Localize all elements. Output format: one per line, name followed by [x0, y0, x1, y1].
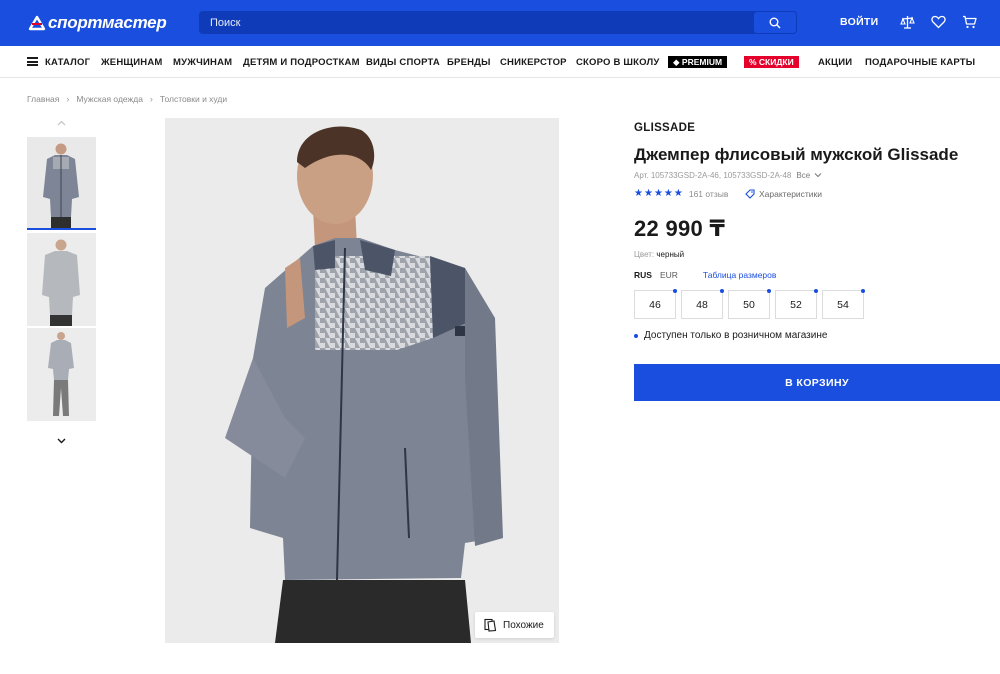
- availability-text: Доступен только в розничном магазине: [644, 330, 828, 341]
- jacket-thumbnail-image: [27, 137, 96, 228]
- search-button[interactable]: [754, 12, 796, 33]
- size-system-tabs: RUS EUR Таблица размеров: [634, 270, 776, 280]
- logo-icon: [28, 15, 46, 31]
- nav-item-gift-cards[interactable]: ПОДАРОЧНЫЕ КАРТЫ: [865, 57, 975, 68]
- top-header: спортмастер ВОЙТИ: [0, 0, 1000, 46]
- nav-item-brands[interactable]: БРЕНДЫ: [447, 57, 491, 68]
- article-all-link[interactable]: Все: [796, 171, 822, 180]
- tag-icon: [745, 189, 755, 199]
- size-option-52[interactable]: 52: [775, 289, 818, 319]
- nav-item-premium[interactable]: ◆ PREMIUM: [668, 56, 728, 68]
- main-nav: КАТАЛОГ ЖЕНЩИНАМ МУЖЧИНАМ ДЕТЯМ И ПОДРОС…: [0, 46, 1000, 78]
- star-icon: ★: [653, 188, 663, 199]
- breadcrumb-home[interactable]: Главная: [27, 94, 59, 104]
- product-color: Цвет: черный: [634, 250, 684, 259]
- nav-item-sports[interactable]: ВИДЫ СПОРТА: [366, 57, 440, 68]
- thumbnail-2[interactable]: [27, 233, 96, 326]
- diamond-icon: ◆: [673, 57, 682, 67]
- size-option-54[interactable]: 54: [822, 289, 865, 319]
- similar-button[interactable]: Похожие: [475, 612, 554, 638]
- size-label: 48: [696, 298, 708, 311]
- product-title: Джемпер флисовый мужской Glissade: [634, 145, 959, 164]
- cart-icon[interactable]: [960, 13, 978, 31]
- size-label: 54: [837, 298, 849, 311]
- product-main-image[interactable]: [165, 118, 559, 643]
- availability-dot: [814, 289, 818, 293]
- add-to-cart-button[interactable]: В КОРЗИНУ: [634, 364, 1000, 401]
- chevron-right-icon: ›: [149, 94, 153, 104]
- color-label: Цвет:: [634, 250, 655, 259]
- article-number: Арт. 105733GSD-2A-46, 105733GSD-2A-48: [634, 171, 792, 180]
- chevron-right-icon: ›: [66, 94, 70, 104]
- search-icon: [769, 17, 781, 28]
- nav-item-promos[interactable]: АКЦИИ: [818, 57, 852, 68]
- thumbnail-1[interactable]: [27, 137, 96, 230]
- size-label: 50: [743, 298, 755, 311]
- nav-item-sale[interactable]: % СКИДКИ: [744, 56, 799, 68]
- size-table-link[interactable]: Таблица размеров: [703, 270, 777, 280]
- size-system-rus[interactable]: RUS: [634, 270, 652, 280]
- size-system-eur[interactable]: EUR: [660, 270, 678, 280]
- availability-dot: [634, 333, 638, 338]
- color-value: черный: [656, 250, 685, 259]
- premium-label: PREMIUM: [681, 57, 723, 67]
- full-outfit-thumbnail-image: [27, 328, 96, 421]
- star-icon: ★: [663, 188, 673, 199]
- product-price: 22 990 ₸: [634, 216, 726, 241]
- nav-item-men[interactable]: МУЖЧИНАМ: [173, 57, 232, 68]
- size-label: 52: [790, 298, 802, 311]
- star-icon: ★: [643, 188, 653, 199]
- compare-icon[interactable]: [898, 13, 916, 31]
- characteristics-label: Характеристики: [759, 189, 823, 199]
- nav-item-sneakerstore[interactable]: СНИКЕРСТОР: [500, 57, 567, 68]
- menu-icon[interactable]: [27, 57, 38, 66]
- availability-dot: [673, 289, 677, 293]
- article-all-label: Все: [796, 171, 811, 180]
- thumbnail-3[interactable]: [27, 328, 96, 421]
- similar-icon: [484, 618, 497, 632]
- login-link[interactable]: ВОЙТИ: [840, 16, 879, 28]
- availability-dot: [720, 289, 724, 293]
- characteristics-link[interactable]: Характеристики: [745, 189, 822, 199]
- breadcrumb: Главная › Мужская одежда › Толстовки и х…: [27, 94, 227, 104]
- chevron-down-icon[interactable]: [54, 436, 68, 446]
- breadcrumb-hoodies[interactable]: Толстовки и худи: [160, 94, 227, 104]
- heart-icon[interactable]: [929, 13, 947, 31]
- product-article: Арт. 105733GSD-2A-46, 105733GSD-2A-48 Вс…: [634, 171, 822, 180]
- star-icon: ★: [634, 188, 643, 199]
- star-icon: ★: [673, 188, 683, 199]
- availability-note: Доступен только в розничном магазине: [634, 330, 827, 341]
- nav-item-women[interactable]: ЖЕНЩИНАМ: [101, 57, 163, 68]
- nav-item-school[interactable]: СКОРО В ШКОЛУ: [576, 57, 659, 68]
- search-input[interactable]: [199, 11, 754, 34]
- chevron-down-icon: [815, 173, 822, 178]
- search-bar: [199, 11, 797, 34]
- chevron-up-icon[interactable]: [54, 118, 68, 128]
- size-option-50[interactable]: 50: [728, 289, 771, 319]
- logo-text: спортмастер: [48, 13, 167, 32]
- product-rating[interactable]: ★ ★ ★ ★ ★ 161 отзыв: [634, 189, 729, 200]
- nav-item-kids[interactable]: ДЕТЯМ И ПОДРОСТКАМ: [243, 57, 360, 68]
- availability-dot: [767, 289, 771, 293]
- rating-stars: ★ ★ ★ ★ ★: [634, 189, 683, 199]
- product-brand[interactable]: GLISSADE: [634, 122, 695, 134]
- jacket-back-thumbnail-image: [27, 233, 96, 326]
- size-label: 46: [649, 298, 661, 311]
- nav-item-catalog[interactable]: КАТАЛОГ: [45, 57, 90, 68]
- availability-dot: [861, 289, 865, 293]
- size-option-48[interactable]: 48: [681, 289, 724, 319]
- size-option-46[interactable]: 46: [634, 289, 677, 319]
- breadcrumb-mens-clothing[interactable]: Мужская одежда: [76, 94, 143, 104]
- similar-label: Похожие: [503, 619, 544, 631]
- jacket-photo: [165, 118, 559, 643]
- logo[interactable]: спортмастер: [28, 13, 167, 33]
- reviews-count: 161 отзыв: [688, 189, 729, 199]
